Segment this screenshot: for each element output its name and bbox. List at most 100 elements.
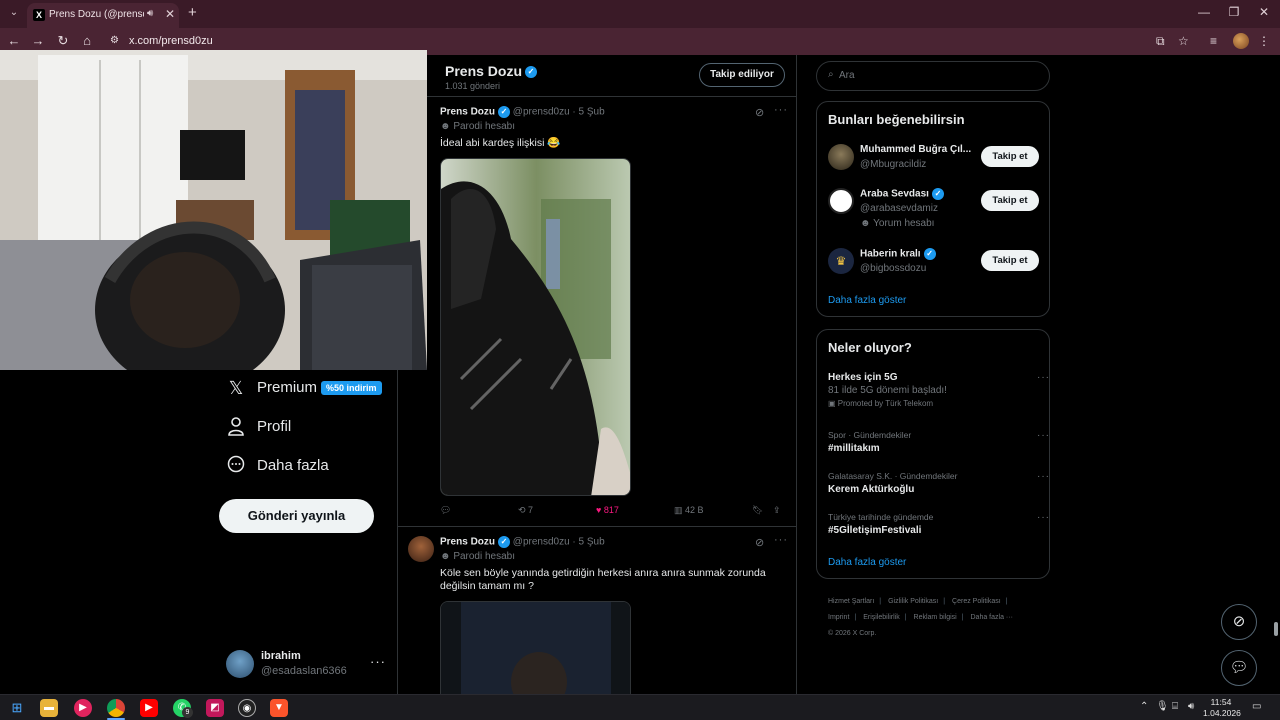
tweet-video[interactable] xyxy=(440,601,631,701)
page-scrollbar[interactable] xyxy=(1272,55,1280,695)
profile-name-text: Prens Dozu xyxy=(445,63,523,79)
browser-profile-avatar[interactable] xyxy=(1233,33,1249,49)
notifications-icon[interactable]: ▭ xyxy=(1252,701,1261,712)
trend-more-icon[interactable]: ··· xyxy=(1037,430,1050,441)
tweet[interactable]: Prens Dozu ✓ @prensd0zu · 5 Şub ⊘ ··· ☻ P… xyxy=(398,534,796,701)
views-button[interactable]: ▥ 42 B xyxy=(674,505,704,516)
clock-date: 1.04.2026 xyxy=(1203,708,1241,718)
taskbar-clock[interactable]: 11:54 1.04.2026 xyxy=(1203,697,1241,719)
minimize-icon[interactable]: — xyxy=(1194,5,1214,19)
tweet-video[interactable] xyxy=(440,158,631,496)
volume-icon[interactable]: 🔊︎ xyxy=(1188,701,1194,712)
show-more-link[interactable]: Daha fazla göster xyxy=(828,295,906,306)
verified-badge-icon: ✓ xyxy=(498,536,511,548)
reply-icon[interactable]: 💬︎ xyxy=(440,505,451,516)
footer-link[interactable]: Çerez Politikası xyxy=(952,598,1001,605)
parody-label: ☻ Parodi hesabı xyxy=(440,551,515,562)
obs-icon[interactable]: ◉ xyxy=(238,699,256,717)
grok-float-icon[interactable]: ⊘ xyxy=(1221,604,1257,640)
show-more-link[interactable]: Daha fazla göster xyxy=(828,557,906,568)
trend-more-icon[interactable]: ··· xyxy=(1037,372,1050,383)
repost-count: 7 xyxy=(528,505,534,515)
reload-icon[interactable]: ↻ xyxy=(55,33,71,49)
tweet-author[interactable]: Prens Dozu ✓ @prensd0zu · 5 Şub xyxy=(440,536,605,548)
account-more-icon[interactable]: ··· xyxy=(370,654,386,669)
view-count: 42 B xyxy=(685,505,704,515)
grok-icon[interactable]: ⊘ xyxy=(755,536,764,549)
user-handle: @Mbugracildiz xyxy=(860,159,927,170)
footer-link[interactable]: Erişilebilirlik xyxy=(863,614,900,621)
trend-item[interactable]: Galatasaray S.K. · Gündemdekiler Kerem A… xyxy=(828,471,1049,495)
install-app-icon[interactable]: ⧉ xyxy=(1156,34,1165,49)
trend-more-icon[interactable]: ··· xyxy=(1037,512,1050,523)
user-name: Araba Sevdası ✓ xyxy=(860,188,976,200)
tweet-author[interactable]: Prens Dozu ✓ @prensd0zu · 5 Şub xyxy=(440,106,605,118)
youtube-icon[interactable]: ▶ xyxy=(140,699,158,717)
browser-menu-icon[interactable]: ⋮ xyxy=(1258,34,1270,48)
tweet-more-icon[interactable]: ··· xyxy=(774,534,788,546)
bookmark-star-icon[interactable]: ☆ xyxy=(1178,34,1189,48)
parody-text: Parodi hesabı xyxy=(453,551,516,562)
footer-links: Hizmet Şartları | Gizlilik Politikası | Çe… xyxy=(828,598,1013,637)
bookmark-icon[interactable]: 🔖︎ xyxy=(752,505,763,516)
close-window-icon[interactable]: ✕ xyxy=(1254,5,1274,19)
site-info-icon[interactable]: ⚙︎ xyxy=(110,35,119,46)
tray-overflow-icon[interactable]: ⌃ xyxy=(1140,701,1148,712)
tab-audio-icon[interactable]: 🔊︎ xyxy=(147,8,153,19)
new-tab-icon[interactable]: + xyxy=(188,5,197,21)
suggested-user[interactable]: Muhammed Buğra Çıl... @Mbugracildiz Taki… xyxy=(828,144,1040,184)
follow-button[interactable]: Takip et xyxy=(981,190,1039,211)
repost-button[interactable]: ⟲ 7 xyxy=(518,505,533,516)
chrome-icon[interactable] xyxy=(107,699,125,717)
messages-float-icon[interactable]: 💬︎ xyxy=(1221,650,1257,686)
suggested-user[interactable]: Araba Sevdası ✓ @arabasevdamiz ☻ Yorum he… xyxy=(828,188,1040,236)
tab-search-icon[interactable]: ⌄ xyxy=(6,5,22,21)
trend-item[interactable]: Türkiye tarihinde gündemde #5GİletişimFe… xyxy=(828,512,1049,536)
microphone-icon[interactable]: 🎙︎ xyxy=(1156,701,1169,712)
network-icon[interactable]: ⌸ xyxy=(1172,701,1178,712)
brave-icon[interactable]: ▼ xyxy=(270,699,288,717)
windows-start-icon[interactable]: ⊞ xyxy=(8,699,26,717)
back-icon[interactable]: ← xyxy=(6,33,22,48)
tweet-more-icon[interactable]: ··· xyxy=(774,104,788,116)
grok-icon[interactable]: ⊘ xyxy=(755,106,764,119)
scrollbar-thumb[interactable] xyxy=(1274,622,1278,636)
app-icon[interactable]: ◩ xyxy=(206,699,224,717)
whatsapp-badge: 9 xyxy=(182,707,193,718)
file-explorer-icon[interactable]: ▬ xyxy=(40,699,58,717)
footer-link[interactable]: Imprint xyxy=(828,614,849,621)
address-bar[interactable]: ⚙︎ x.com/prensd0zu xyxy=(104,31,1204,52)
nav-profile-label: Profil xyxy=(257,418,292,435)
who-to-follow-title: Bunları beğenebilirsin xyxy=(828,112,965,127)
media-controls-icon[interactable]: ≡ xyxy=(1210,34,1217,48)
suggested-user[interactable]: ♛ Haberin kralı ✓ @bigbossdozu Takip et xyxy=(828,248,1040,288)
heart-icon: ♥ xyxy=(596,505,604,515)
account-switcher[interactable]: ibrahim @esadaslan6366 ··· xyxy=(226,648,386,682)
follow-button[interactable]: Takip et xyxy=(981,250,1039,271)
trend-more-icon[interactable]: ··· xyxy=(1037,471,1050,482)
share-icon[interactable]: ⇪ xyxy=(773,505,781,516)
trend-item[interactable]: Spor · Gündemdekiler #millitakım ··· xyxy=(828,430,1049,454)
footer-link[interactable]: Daha fazla ··· xyxy=(971,614,1013,621)
more-circle-icon xyxy=(226,455,246,477)
footer-link[interactable]: Gizlilik Politikası xyxy=(888,598,938,605)
following-button[interactable]: Takip ediliyor xyxy=(699,63,785,87)
post-button[interactable]: Gönderi yayınla xyxy=(219,499,374,533)
tweet-text: Köle sen böyle yanında getirdiğin herkes… xyxy=(440,567,766,592)
browser-tab[interactable]: X Prens Dozu (@prensd0zu) / 🔊︎ ✕ xyxy=(27,3,179,28)
home-icon[interactable]: ⌂ xyxy=(79,33,95,48)
like-button[interactable]: ♥ 817 xyxy=(596,505,619,515)
tweet[interactable]: Prens Dozu ✓ @prensd0zu · 5 Şub ⊘ ··· ☻ P… xyxy=(398,104,796,521)
follow-button[interactable]: Takip et xyxy=(981,146,1039,167)
footer-link[interactable]: Reklam bilgisi xyxy=(914,614,957,621)
trend-item[interactable]: Herkes için 5G 81 ilde 5G dönemi başladı… xyxy=(828,372,1049,408)
tab-close-icon[interactable]: ✕ xyxy=(165,7,175,21)
search-input[interactable]: ⌕ Ara xyxy=(816,61,1050,91)
media-player-icon[interactable]: ▶ xyxy=(74,699,92,717)
tweet-author-avatar[interactable] xyxy=(408,536,434,562)
video-frame xyxy=(441,602,630,700)
forward-icon[interactable]: → xyxy=(30,33,46,48)
restore-icon[interactable]: ❐ xyxy=(1224,5,1244,19)
verified-badge-icon: ✓ xyxy=(498,106,511,118)
footer-link[interactable]: Hizmet Şartları xyxy=(828,598,874,605)
